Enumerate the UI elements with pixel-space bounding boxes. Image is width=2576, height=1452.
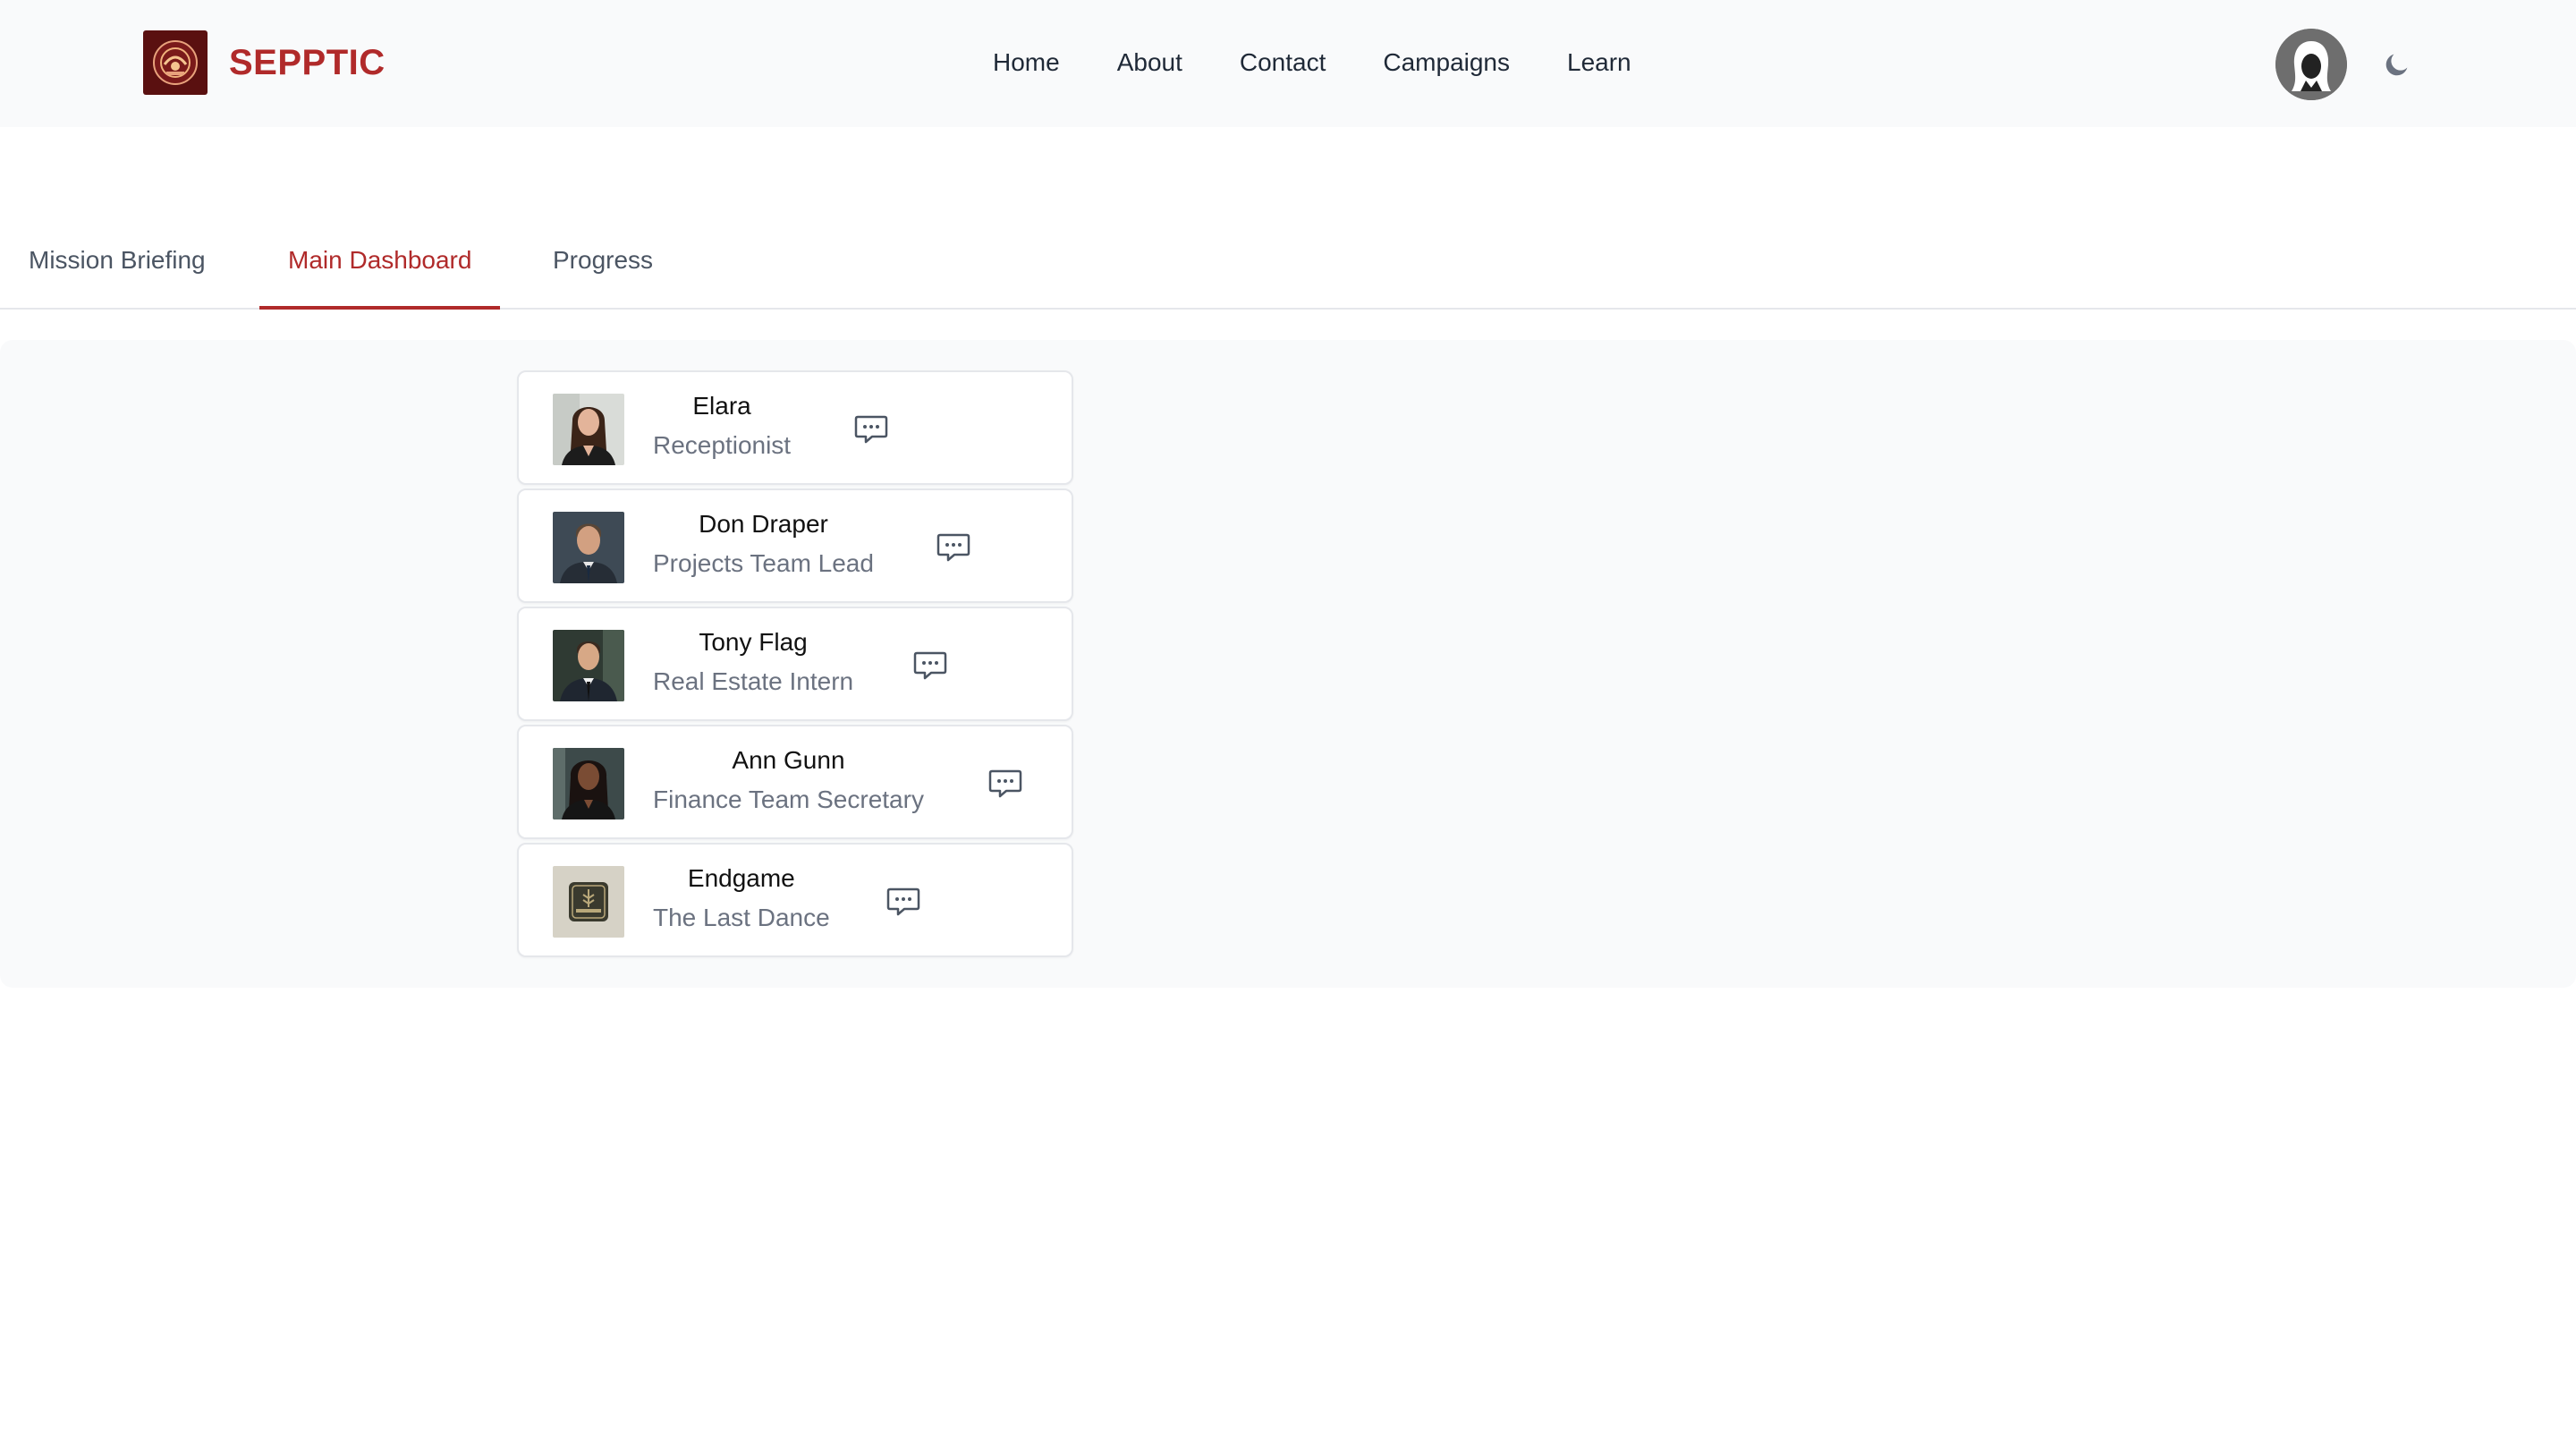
- contact-info: Don Draper Projects Team Lead: [653, 506, 874, 585]
- contact-role: Finance Team Secretary: [653, 785, 924, 813]
- chat-bubble-icon: [854, 415, 888, 444]
- user-avatar[interactable]: [2275, 29, 2347, 100]
- moon-icon: [2385, 54, 2408, 76]
- contact-info: Tony Flag Real Estate Intern: [653, 624, 853, 703]
- contact-role: Projects Team Lead: [653, 549, 874, 577]
- dashboard-tabs: Mission Briefing Main Dashboard Progress: [0, 222, 2576, 310]
- contact-info: Ann Gunn Finance Team Secretary: [653, 743, 924, 821]
- chat-bubble-icon: [988, 769, 1022, 798]
- chat-bubble-icon: [886, 887, 920, 916]
- contact-role: Real Estate Intern: [653, 667, 854, 695]
- contact-card: Don Draper Projects Team Lead: [517, 488, 1073, 603]
- contact-name: Don Draper: [699, 510, 828, 538]
- contact-list: Elara Receptionist Don Draper Projects T…: [517, 370, 1073, 961]
- sepptic-logo-icon: [143, 30, 208, 95]
- main-dashboard-panel: Elara Receptionist Don Draper Projects T…: [0, 340, 2576, 988]
- contact-card: Tony Flag Real Estate Intern: [517, 607, 1073, 721]
- hooded-user-avatar-icon: [2275, 29, 2347, 100]
- contact-card: Endgame The Last Dance: [517, 843, 1073, 957]
- contact-role: Receptionist: [653, 431, 792, 459]
- chat-button[interactable]: [987, 768, 1023, 800]
- contact-name: Ann Gunn: [732, 746, 845, 774]
- chat-button[interactable]: [886, 886, 921, 918]
- contact-name: Elara: [692, 392, 751, 420]
- contact-name: Tony Flag: [699, 628, 808, 656]
- contact-card: Elara Receptionist: [517, 370, 1073, 485]
- chat-bubble-icon: [913, 651, 947, 680]
- nav-learn[interactable]: Learn: [1567, 45, 1631, 81]
- brand-name: SEPPTIC: [229, 42, 386, 82]
- nav-contact[interactable]: Contact: [1240, 45, 1326, 81]
- tab-progress[interactable]: Progress: [524, 222, 682, 310]
- contact-info: Endgame The Last Dance: [653, 861, 830, 939]
- brand-link[interactable]: SEPPTIC: [143, 30, 386, 95]
- nav-home[interactable]: Home: [993, 45, 1060, 81]
- contact-info: Elara Receptionist: [653, 388, 791, 467]
- top-navbar: SEPPTIC Home About Contact Campaigns Lea…: [0, 0, 2576, 127]
- contact-role: The Last Dance: [653, 904, 830, 931]
- theme-toggle-button[interactable]: [2379, 47, 2415, 82]
- contact-card: Ann Gunn Finance Team Secretary: [517, 725, 1073, 839]
- chat-button[interactable]: [936, 531, 971, 564]
- tab-mission-briefing[interactable]: Mission Briefing: [0, 222, 234, 310]
- contact-photo: [553, 748, 624, 819]
- nav-campaigns[interactable]: Campaigns: [1383, 45, 1510, 81]
- contact-photo: [553, 866, 624, 938]
- chat-button[interactable]: [912, 650, 948, 682]
- contact-photo: [553, 630, 624, 701]
- chat-button[interactable]: [853, 413, 889, 446]
- nav-about[interactable]: About: [1117, 45, 1182, 81]
- chat-bubble-icon: [936, 533, 970, 562]
- contact-photo: [553, 394, 624, 465]
- tab-main-dashboard[interactable]: Main Dashboard: [259, 222, 501, 310]
- contact-name: Endgame: [687, 864, 795, 892]
- main-nav: Home About Contact Campaigns Learn: [993, 45, 1689, 81]
- contact-photo: [553, 512, 624, 583]
